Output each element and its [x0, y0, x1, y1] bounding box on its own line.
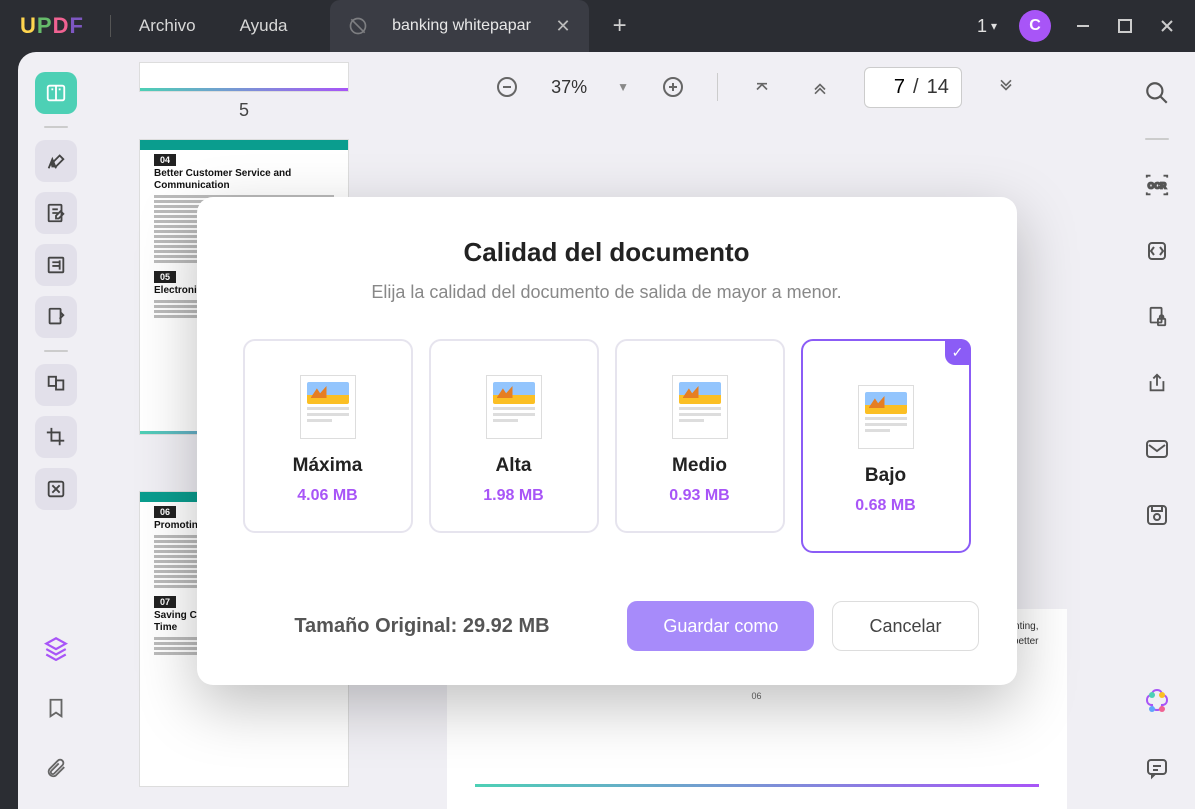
option-thumb-icon	[858, 385, 914, 449]
bookmark-icon[interactable]	[35, 687, 77, 729]
organize-tool-icon[interactable]	[35, 364, 77, 406]
email-icon[interactable]	[1136, 428, 1178, 470]
convert-icon[interactable]	[1136, 230, 1178, 272]
prev-page-button[interactable]	[806, 73, 834, 101]
avatar[interactable]: C	[1019, 10, 1051, 42]
minimize-button[interactable]	[1073, 16, 1093, 36]
separator	[717, 73, 718, 101]
option-size: 1.98 MB	[483, 487, 543, 505]
crop-tool-icon[interactable]	[35, 416, 77, 458]
page-indicator[interactable]: / 14	[864, 67, 962, 108]
close-window-button[interactable]	[1157, 16, 1177, 36]
zoom-level: 37%	[551, 77, 587, 98]
separator	[44, 126, 68, 128]
thumb-page-5[interactable]: 5	[139, 62, 349, 121]
page-total: 14	[927, 76, 949, 99]
app-body: 5 04 Better Customer Service and Communi…	[18, 52, 1195, 809]
form-tool-icon[interactable]	[35, 244, 77, 286]
right-toolbar: OCR	[1119, 52, 1195, 809]
quality-options: ✓ Máxima 4.06 MB ✓ Alta 1.98 MB ✓ Medio …	[227, 339, 987, 553]
original-size-label: Tamaño Original: 29.92 MB	[235, 615, 610, 638]
page-input[interactable]	[877, 76, 905, 99]
maximize-button[interactable]	[1115, 16, 1135, 36]
separator	[44, 350, 68, 352]
zoom-out-button[interactable]	[493, 73, 521, 101]
share-icon[interactable]	[1136, 362, 1178, 404]
reader-tool-icon[interactable]	[35, 72, 77, 114]
menu-file[interactable]: Archivo	[117, 16, 218, 36]
cancel-button[interactable]: Cancelar	[832, 601, 978, 651]
option-thumb-icon	[300, 375, 356, 439]
option-size: 4.06 MB	[297, 487, 357, 505]
left-toolbar	[18, 52, 94, 809]
separator	[1145, 138, 1169, 140]
titlebar: UPDF Archivo Ayuda banking whitepapar ✕ …	[0, 0, 1195, 52]
view-toolbar: 37% ▼ / 14	[394, 52, 1119, 122]
option-size: 0.93 MB	[669, 487, 729, 505]
option-name: Bajo	[865, 465, 906, 487]
close-icon[interactable]: ✕	[556, 16, 571, 37]
quality-option-medio[interactable]: ✓ Medio 0.93 MB	[615, 339, 785, 533]
document-tab[interactable]: banking whitepapar ✕	[330, 0, 589, 52]
quality-option-alta[interactable]: ✓ Alta 1.98 MB	[429, 339, 599, 533]
modal-subtitle: Elija la calidad del documento de salida…	[227, 282, 987, 303]
first-page-button[interactable]	[748, 73, 776, 101]
option-name: Medio	[672, 455, 727, 477]
ai-icon[interactable]	[1136, 681, 1178, 723]
svg-text:OCR: OCR	[1148, 181, 1167, 191]
save-as-button[interactable]: Guardar como	[627, 601, 814, 651]
menu-help[interactable]: Ayuda	[218, 16, 310, 36]
window-count[interactable]: 1▾	[977, 16, 997, 37]
attachment-icon[interactable]	[35, 747, 77, 789]
zoom-dropdown[interactable]: ▼	[617, 80, 629, 94]
quality-option-máxima[interactable]: ✓ Máxima 4.06 MB	[243, 339, 413, 533]
modal-title: Calidad del documento	[227, 237, 987, 268]
page-tool-icon[interactable]	[35, 296, 77, 338]
comment-tool-icon[interactable]	[35, 140, 77, 182]
quality-modal: Calidad del documento Elija la calidad d…	[197, 197, 1017, 685]
protect-icon[interactable]	[1136, 296, 1178, 338]
next-page-button[interactable]	[992, 73, 1020, 101]
save-icon[interactable]	[1136, 494, 1178, 536]
ocr-icon[interactable]: OCR	[1136, 164, 1178, 206]
check-icon: ✓	[945, 339, 971, 365]
option-name: Alta	[496, 455, 532, 477]
edit-tool-icon[interactable]	[35, 192, 77, 234]
new-tab-button[interactable]: +	[589, 12, 651, 40]
option-thumb-icon	[672, 375, 728, 439]
option-name: Máxima	[293, 455, 363, 477]
divider	[110, 15, 111, 37]
zoom-in-button[interactable]	[659, 73, 687, 101]
quality-option-bajo[interactable]: ✓ Bajo 0.68 MB	[801, 339, 971, 553]
option-thumb-icon	[486, 375, 542, 439]
tab-doc-icon	[348, 16, 368, 36]
search-icon[interactable]	[1136, 72, 1178, 114]
tab-title: banking whitepapar	[382, 17, 542, 35]
chat-icon[interactable]	[1136, 747, 1178, 789]
app-logo: UPDF	[0, 13, 104, 39]
layers-icon[interactable]	[35, 627, 77, 669]
option-size: 0.68 MB	[855, 497, 915, 515]
redact-tool-icon[interactable]	[35, 468, 77, 510]
